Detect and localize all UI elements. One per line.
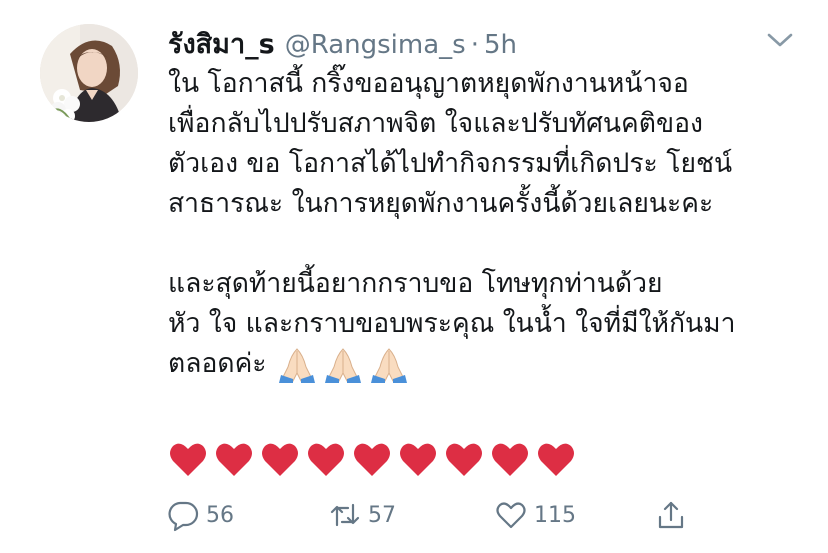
tweet-text-line: เพื่อกลับไปปรับสภาพจิต ใจและปรับทัศนคติข… bbox=[168, 108, 703, 139]
reply-icon bbox=[168, 501, 199, 532]
folded-hands-icon bbox=[278, 347, 315, 383]
tweet-text-line: สาธารณะ ในการหยุดพักงานครั้งนี้ด้วยเลยนะ… bbox=[168, 188, 714, 219]
share-icon bbox=[658, 501, 684, 529]
red-heart-icon bbox=[354, 443, 390, 476]
retweet-button[interactable]: 57 bbox=[328, 496, 396, 534]
timestamp[interactable]: 5h bbox=[484, 30, 517, 60]
folded-hands-emoji-group bbox=[277, 347, 409, 383]
red-heart-icon bbox=[308, 443, 344, 476]
tweet-card: รังสิมา_s @Rangsima_s · 5h ใน โอกาสนี้ ก… bbox=[0, 0, 828, 553]
red-heart-icon bbox=[538, 443, 574, 476]
red-heart-icon bbox=[170, 443, 206, 476]
reply-count: 56 bbox=[206, 502, 234, 528]
red-heart-icon bbox=[262, 443, 298, 476]
tweet-text-line: ตัวเอง ขอ โอกาสได้ไปทำกิจกรรมที่เกิดประ … bbox=[168, 148, 733, 179]
red-heart-icon bbox=[492, 443, 528, 476]
like-count: 115 bbox=[534, 502, 576, 528]
tweet-header: รังสิมา_s @Rangsima_s · 5h bbox=[168, 22, 517, 60]
tweet-text-line: และสุดท้ายนี้อยากกราบขอ โทษทุกท่านด้วย bbox=[168, 268, 663, 299]
tweet-text-line: ใน โอกาสนี้ กริ๊งขออนุญาตหยุดพักงานหน้าจ… bbox=[168, 68, 689, 99]
folded-hands-icon bbox=[324, 347, 361, 383]
tweet-text-line-last: ตลอดค่ะ bbox=[168, 344, 808, 384]
user-handle[interactable]: @Rangsima_s bbox=[285, 30, 466, 60]
tweet-actions: 56 57 115 bbox=[166, 496, 696, 534]
display-name[interactable]: รังสิมา_s bbox=[168, 22, 275, 65]
heart-outline-icon bbox=[496, 502, 526, 529]
heart-emoji-row bbox=[168, 440, 576, 478]
share-button[interactable] bbox=[654, 496, 688, 534]
chevron-down-icon[interactable] bbox=[765, 30, 795, 50]
reply-button[interactable]: 56 bbox=[166, 496, 234, 534]
tweet-text: ใน โอกาสนี้ กริ๊งขออนุญาตหยุดพักงานหน้าจ… bbox=[168, 64, 808, 384]
red-heart-icon bbox=[216, 443, 252, 476]
tweet-text-line: ตลอดค่ะ bbox=[168, 348, 267, 379]
folded-hands-icon bbox=[370, 347, 407, 383]
separator-dot: · bbox=[470, 30, 479, 60]
red-heart-icon bbox=[446, 443, 482, 476]
retweet-count: 57 bbox=[368, 502, 396, 528]
retweet-icon bbox=[330, 503, 360, 527]
red-heart-icon bbox=[400, 443, 436, 476]
like-button[interactable]: 115 bbox=[494, 496, 576, 534]
tweet-text-line: หัว ใจ และกราบขอบพระคุณ ในน้ำ ใจที่มีให้… bbox=[168, 308, 736, 339]
avatar[interactable] bbox=[40, 24, 138, 122]
